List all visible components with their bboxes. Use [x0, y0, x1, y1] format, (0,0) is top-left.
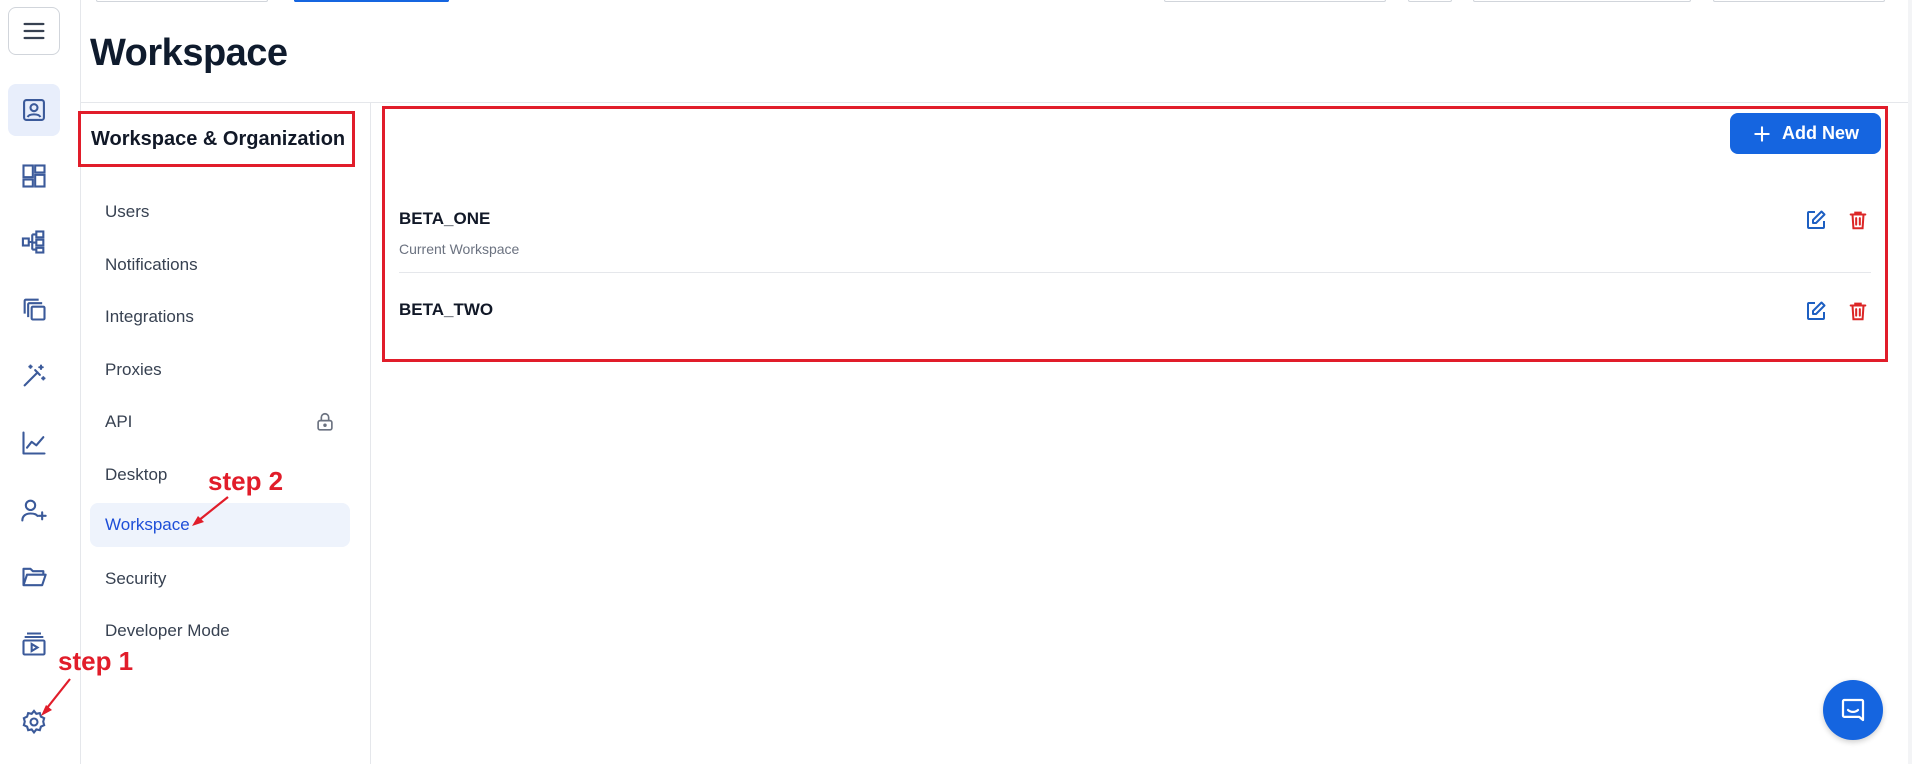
subnav-item-label: Security: [105, 569, 167, 588]
add-new-button[interactable]: Add New: [1730, 113, 1881, 154]
subnav-item-users[interactable]: Users: [90, 190, 350, 234]
lock-icon: [314, 411, 336, 433]
subnav-item-label: Developer Mode: [105, 621, 230, 640]
subnav-item-integrations[interactable]: Integrations: [90, 295, 350, 339]
top-control[interactable]: [1408, 0, 1452, 2]
top-control-primary[interactable]: [294, 0, 449, 2]
subnav-item-label: Proxies: [105, 360, 162, 379]
workspace-name: BETA_ONE: [399, 209, 491, 228]
top-control[interactable]: [1164, 0, 1386, 2]
page-title: Workspace: [90, 32, 288, 74]
profile-icon[interactable]: [8, 84, 60, 136]
subnav-item-label: Workspace: [105, 515, 190, 534]
edit-icon[interactable]: [1803, 207, 1829, 233]
folder-icon[interactable]: [8, 551, 60, 603]
subnav-item-notifications[interactable]: Notifications: [90, 243, 350, 287]
subnav-item-label: Desktop: [105, 465, 168, 484]
menu-icon[interactable]: [8, 7, 60, 55]
workspace-subtitle: Current Workspace: [399, 241, 520, 257]
plus-icon: [1754, 125, 1770, 142]
row-actions: [1803, 298, 1871, 324]
workspace-row: BETA_ONE Current Workspace: [399, 209, 1871, 257]
add-new-label: Add New: [1781, 123, 1859, 143]
add-user-icon[interactable]: [8, 484, 60, 536]
chart-icon[interactable]: [8, 417, 60, 469]
copy-icon[interactable]: [8, 283, 60, 335]
subnav-item-proxies[interactable]: Proxies: [90, 348, 350, 392]
subnav-item-api[interactable]: API: [90, 400, 350, 444]
top-control[interactable]: [96, 0, 268, 2]
edit-icon[interactable]: [1803, 298, 1829, 324]
chat-bubble-icon[interactable]: [1823, 680, 1883, 740]
row-divider: [399, 272, 1871, 273]
media-icon[interactable]: [8, 618, 60, 670]
app-root: Workspace Workspace & Organization Users…: [0, 0, 1912, 764]
annotation-step-1: step 1: [58, 646, 134, 676]
top-control[interactable]: [1713, 0, 1885, 2]
annotation-arrow: [41, 678, 71, 716]
subnav-item-label: Integrations: [105, 307, 194, 326]
scrollbar-track[interactable]: [1908, 0, 1912, 764]
subnav-item-label: API: [105, 412, 133, 431]
workflow-icon[interactable]: [8, 216, 60, 268]
workspace-list-panel: Add New BETA_ONE Current Workspace BETA_…: [382, 106, 1888, 362]
subnav-item-security[interactable]: Security: [90, 557, 350, 601]
magic-wand-icon[interactable]: [8, 350, 60, 402]
top-control[interactable]: [1473, 0, 1691, 2]
delete-icon[interactable]: [1845, 207, 1871, 233]
subnav-item-label: Notifications: [105, 255, 198, 274]
subnav-header: Workspace & Organization: [78, 111, 355, 167]
workspace-name: BETA_TWO: [399, 300, 494, 319]
annotation-step-2: step 2: [208, 466, 284, 496]
delete-icon[interactable]: [1845, 298, 1871, 324]
row-actions: [1803, 207, 1871, 233]
dashboard-icon[interactable]: [8, 150, 60, 202]
subnav-item-label: Users: [105, 202, 150, 221]
annotation-arrow: [192, 496, 229, 526]
workspace-row: BETA_TWO: [399, 300, 1871, 321]
